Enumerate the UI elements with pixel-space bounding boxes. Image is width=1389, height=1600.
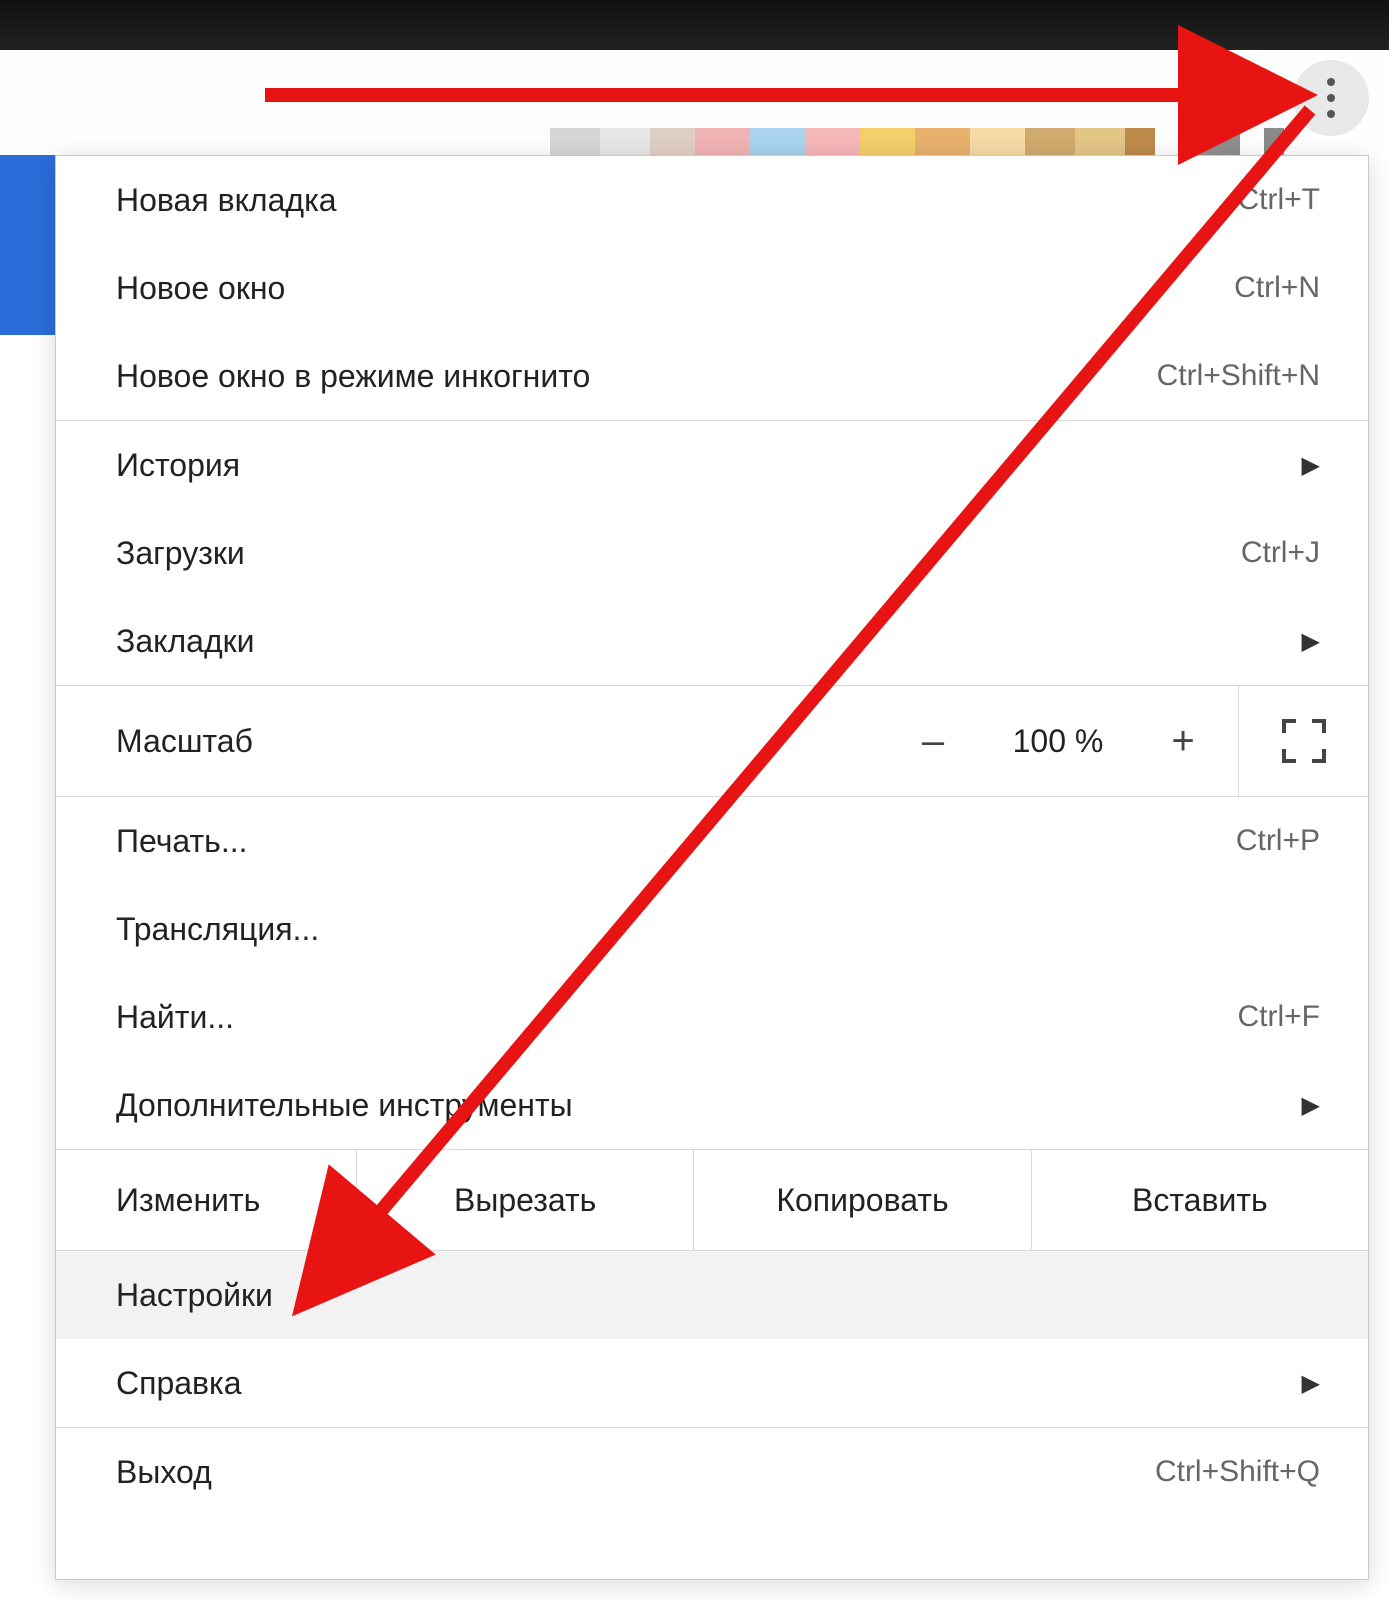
chrome-main-menu: Новая вкладка Ctrl+T Новое окно Ctrl+N Н… bbox=[55, 155, 1369, 1580]
menu-item-label: Закладки bbox=[116, 623, 255, 660]
copy-button[interactable]: Копировать bbox=[693, 1150, 1030, 1250]
fullscreen-button[interactable] bbox=[1238, 686, 1368, 796]
menu-item-label: Справка bbox=[116, 1365, 242, 1402]
menu-item-bookmarks[interactable]: Закладки ▶ bbox=[56, 597, 1368, 685]
menu-item-label: Дополнительные инструменты bbox=[116, 1087, 573, 1124]
menu-item-find[interactable]: Найти... Ctrl+F bbox=[56, 973, 1368, 1061]
zoom-out-button[interactable]: – bbox=[908, 719, 958, 764]
menu-item-shortcut: Ctrl+N bbox=[1234, 271, 1320, 305]
paste-button[interactable]: Вставить bbox=[1031, 1150, 1368, 1250]
menu-item-shortcut: Ctrl+J bbox=[1241, 536, 1320, 570]
menu-item-label: Трансляция... bbox=[116, 911, 319, 948]
edit-label: Изменить bbox=[56, 1150, 356, 1250]
menu-item-new-window[interactable]: Новое окно Ctrl+N bbox=[56, 244, 1368, 332]
browser-toolbar bbox=[0, 50, 1389, 150]
fullscreen-icon bbox=[1282, 719, 1326, 763]
menu-item-history[interactable]: История ▶ bbox=[56, 421, 1368, 509]
menu-item-zoom: Масштаб – 100 % + bbox=[56, 686, 1368, 796]
menu-item-shortcut: Ctrl+Shift+Q bbox=[1155, 1455, 1320, 1489]
menu-item-label: История bbox=[116, 447, 240, 484]
menu-item-label: Найти... bbox=[116, 999, 234, 1036]
kebab-menu-button[interactable] bbox=[1293, 60, 1369, 136]
menu-item-more-tools[interactable]: Дополнительные инструменты ▶ bbox=[56, 1061, 1368, 1149]
chevron-right-icon: ▶ bbox=[1302, 1091, 1320, 1120]
menu-item-shortcut: Ctrl+T bbox=[1238, 183, 1321, 217]
menu-item-print[interactable]: Печать... Ctrl+P bbox=[56, 797, 1368, 885]
menu-item-label: Новое окно в режиме инкогнито bbox=[116, 358, 590, 395]
menu-item-cast[interactable]: Трансляция... bbox=[56, 885, 1368, 973]
window-title-bar bbox=[0, 0, 1389, 50]
menu-item-exit[interactable]: Выход Ctrl+Shift+Q bbox=[56, 1428, 1368, 1516]
menu-item-edit: Изменить Вырезать Копировать Вставить bbox=[56, 1150, 1368, 1250]
cut-button[interactable]: Вырезать bbox=[356, 1150, 693, 1250]
menu-item-downloads[interactable]: Загрузки Ctrl+J bbox=[56, 509, 1368, 597]
zoom-label: Масштаб bbox=[116, 723, 908, 760]
menu-item-label: Настройки bbox=[116, 1277, 273, 1314]
menu-item-shortcut: Ctrl+Shift+N bbox=[1157, 359, 1320, 393]
menu-item-settings[interactable]: Настройки bbox=[56, 1251, 1368, 1339]
menu-item-shortcut: Ctrl+F bbox=[1238, 1000, 1321, 1034]
vertical-dots-icon bbox=[1327, 78, 1335, 86]
menu-item-label: Новое окно bbox=[116, 270, 285, 307]
menu-item-shortcut: Ctrl+P bbox=[1236, 824, 1320, 858]
menu-item-label: Выход bbox=[116, 1454, 212, 1491]
chevron-right-icon: ▶ bbox=[1302, 451, 1320, 480]
zoom-value: 100 % bbox=[998, 723, 1118, 760]
page-background-hint bbox=[0, 155, 55, 335]
chevron-right-icon: ▶ bbox=[1302, 627, 1320, 656]
menu-item-label: Печать... bbox=[116, 823, 248, 860]
menu-item-label: Загрузки bbox=[116, 535, 245, 572]
zoom-in-button[interactable]: + bbox=[1158, 719, 1208, 764]
chevron-right-icon: ▶ bbox=[1302, 1369, 1320, 1398]
menu-item-incognito[interactable]: Новое окно в режиме инкогнито Ctrl+Shift… bbox=[56, 332, 1368, 420]
menu-item-new-tab[interactable]: Новая вкладка Ctrl+T bbox=[56, 156, 1368, 244]
menu-item-label: Новая вкладка bbox=[116, 182, 337, 219]
menu-item-help[interactable]: Справка ▶ bbox=[56, 1339, 1368, 1427]
